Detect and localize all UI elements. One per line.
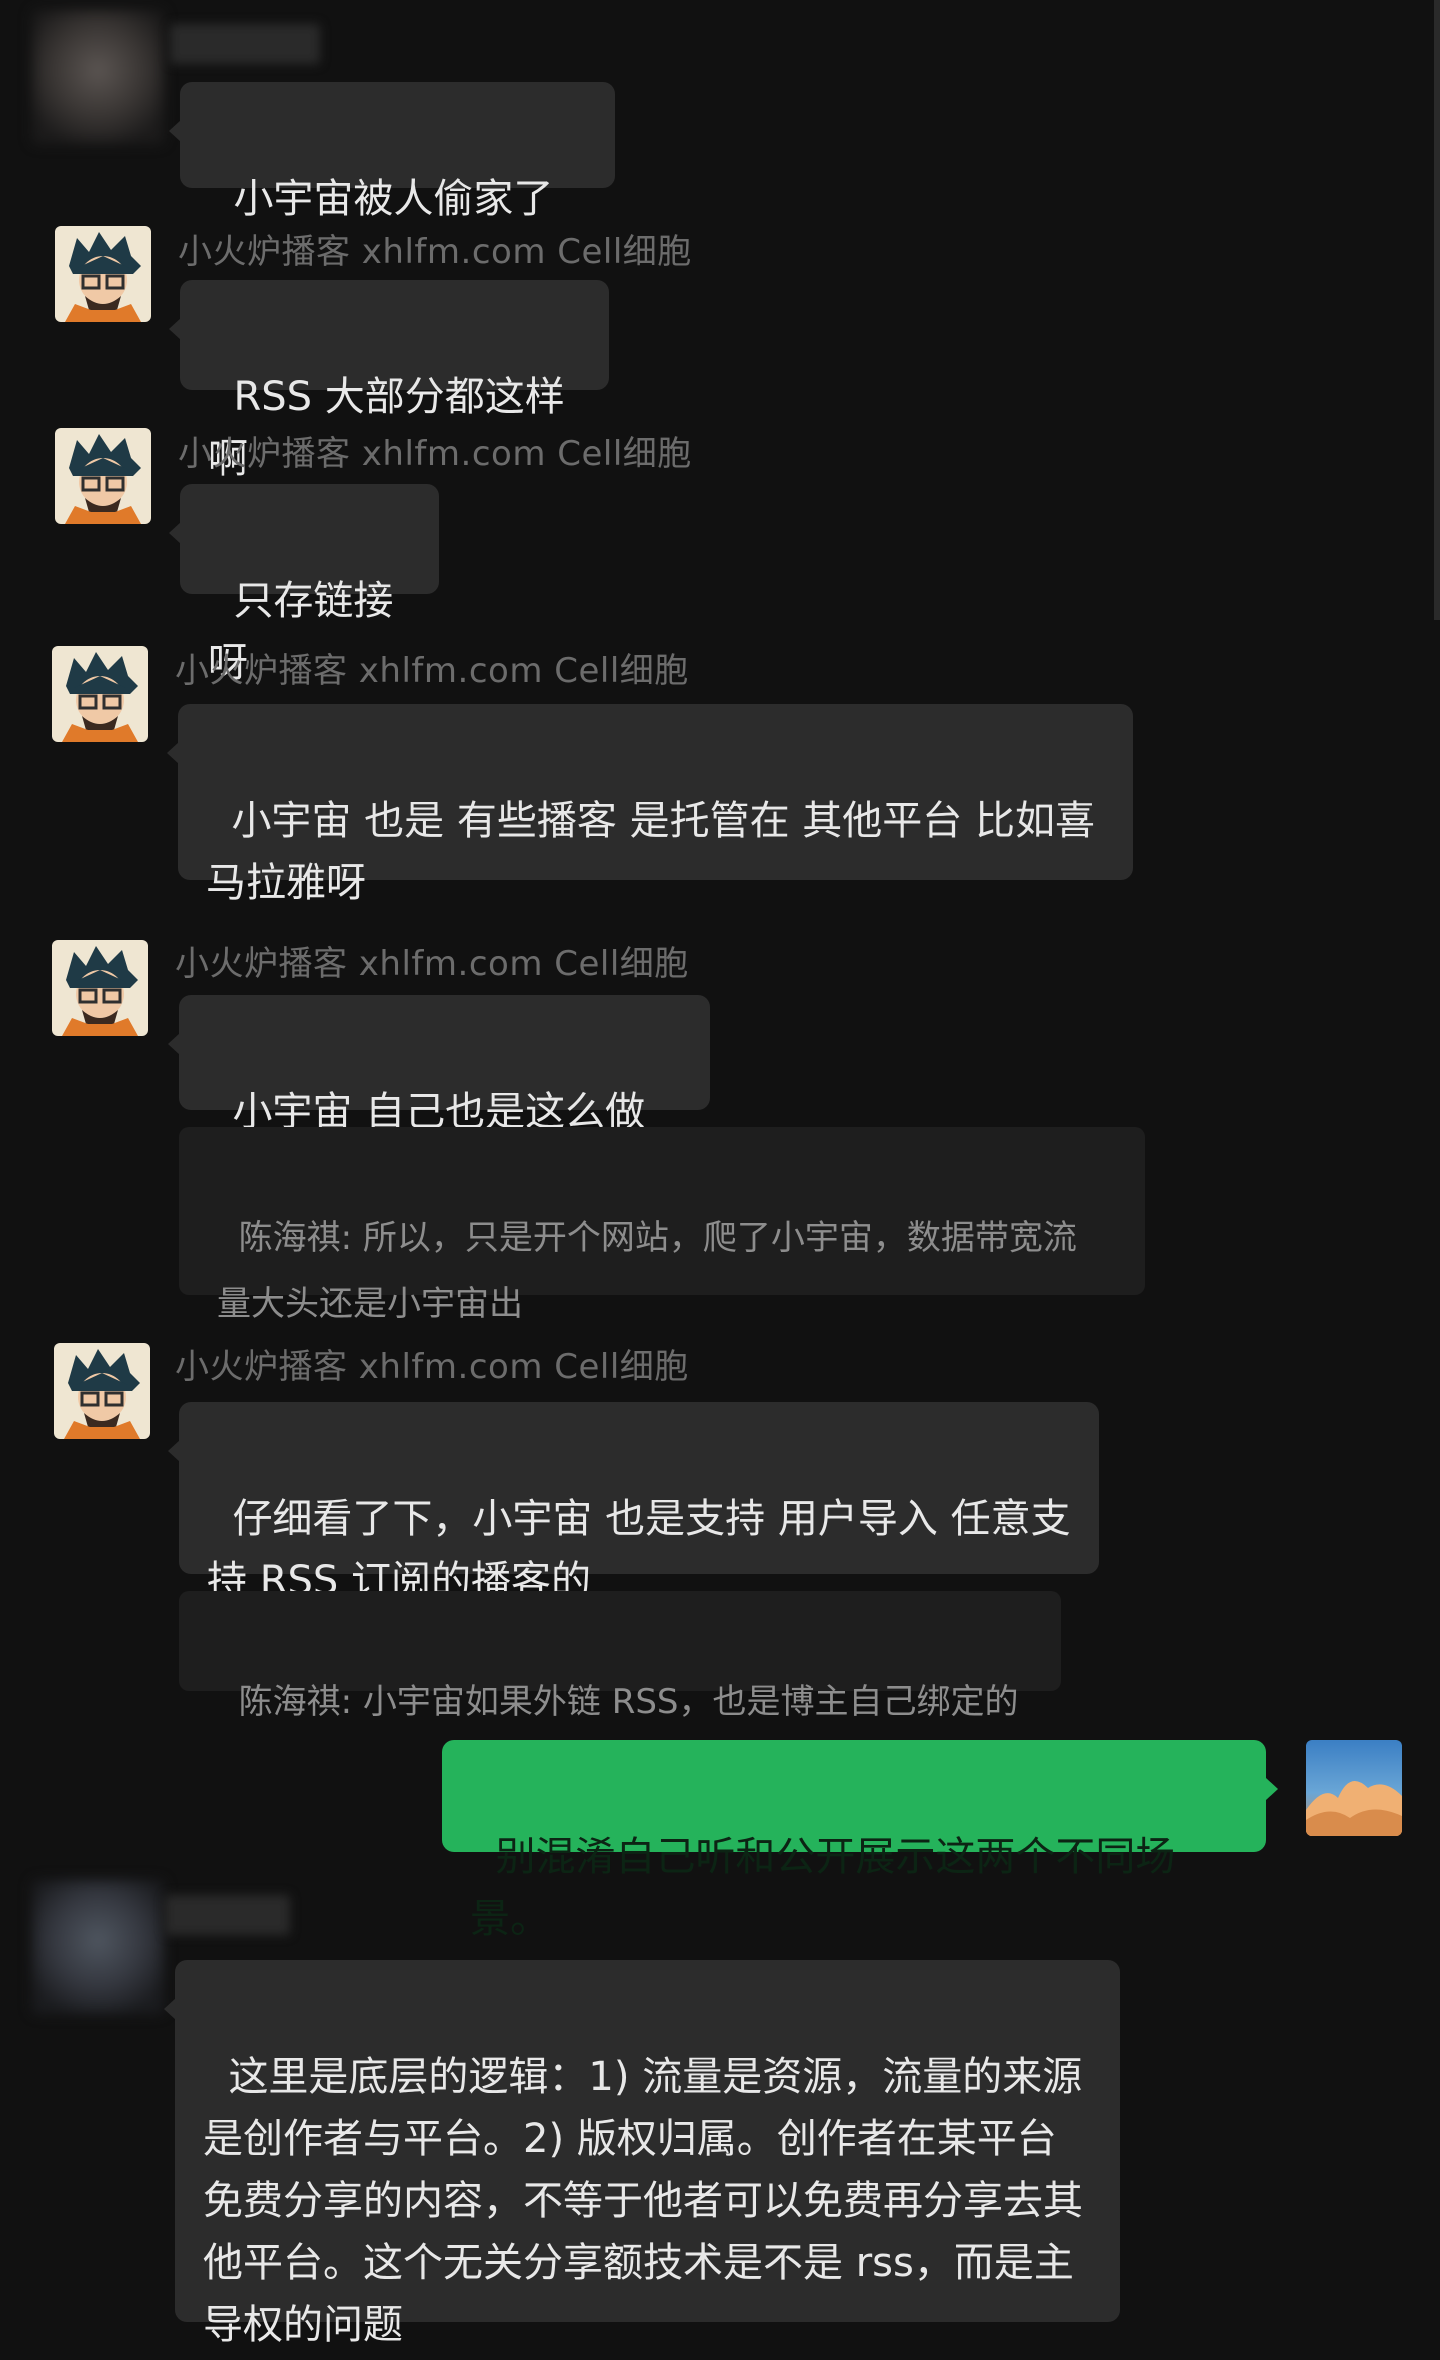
sender-name: 小火炉播客 xhlfm.com Cell细胞	[175, 651, 689, 691]
quoted-message[interactable]: 陈海祺: 所以，只是开个网站，爬了小宇宙，数据带宽流量大头还是小宇宙出	[179, 1127, 1145, 1324]
podcast-avatar[interactable]	[55, 226, 151, 322]
quoted-message[interactable]: 陈海祺: 小宇宙如果外链 RSS，也是博主自己绑定的	[179, 1591, 1061, 1722]
message-text: 小宇宙被人偷家了	[233, 176, 554, 222]
message-bubble[interactable]: RSS 大部分都这样啊	[169, 280, 609, 482]
sender-name: 小火炉播客 xhlfm.com Cell细胞	[178, 434, 692, 474]
sender-name: 小火炉播客 xhlfm.com Cell细胞	[178, 232, 692, 272]
podcast-avatar[interactable]	[52, 940, 148, 1036]
blurred-sender-name	[165, 1895, 290, 1935]
sender-name: 小火炉播客 xhlfm.com Cell细胞	[175, 944, 689, 984]
quote-text: 陈海祺: 小宇宙如果外链 RSS，也是博主自己绑定的	[238, 1682, 1019, 1722]
sender-name: 小火炉播客 xhlfm.com Cell细胞	[175, 1347, 689, 1387]
message-bubble[interactable]: 这里是底层的逻辑：1) 流量是资源，流量的来源是创作者与平台。2) 版权归属。创…	[164, 1960, 1120, 2348]
message-text: 仔细看了下，小宇宙 也是支持 用户导入 任意支持 RSS 订阅的播客的	[207, 1496, 1071, 1604]
message-bubble[interactable]: 小宇宙 也是 有些播客 是托管在 其他平台 比如喜马拉雅呀	[167, 704, 1133, 906]
message-bubble[interactable]: 小宇宙被人偷家了	[169, 82, 615, 337]
quote-text: 陈海祺: 所以，只是开个网站，爬了小宇宙，数据带宽流量大头还是小宇宙出	[217, 1218, 1077, 1324]
my-message-bubble[interactable]: 别混淆自己听和公开展示这两个不同场景。	[442, 1740, 1278, 1942]
message-text: 小宇宙 也是 有些播客 是托管在 其他平台 比如喜马拉雅呀	[206, 798, 1096, 906]
podcast-avatar[interactable]	[52, 646, 148, 742]
podcast-avatar[interactable]	[55, 428, 151, 524]
message-bubble[interactable]: 仔细看了下，小宇宙 也是支持 用户导入 任意支持 RSS 订阅的播客的	[168, 1402, 1099, 1604]
blurred-avatar[interactable]	[32, 1880, 164, 2014]
blurred-sender-name	[170, 24, 320, 64]
message-bubble[interactable]: 只存链接呀	[169, 484, 439, 686]
my-avatar[interactable]	[1306, 1740, 1402, 1836]
message-text: 这里是底层的逻辑：1) 流量是资源，流量的来源是创作者与平台。2) 版权归属。创…	[203, 2054, 1083, 2348]
message-text: 别混淆自己听和公开展示这两个不同场景。	[470, 1834, 1176, 1942]
podcast-avatar[interactable]	[54, 1343, 150, 1439]
message-bubble[interactable]: 小宇宙 自己也是这么做的	[168, 995, 710, 1197]
chat-scrollbar[interactable]	[1434, 0, 1440, 620]
blurred-avatar[interactable]	[32, 10, 164, 144]
